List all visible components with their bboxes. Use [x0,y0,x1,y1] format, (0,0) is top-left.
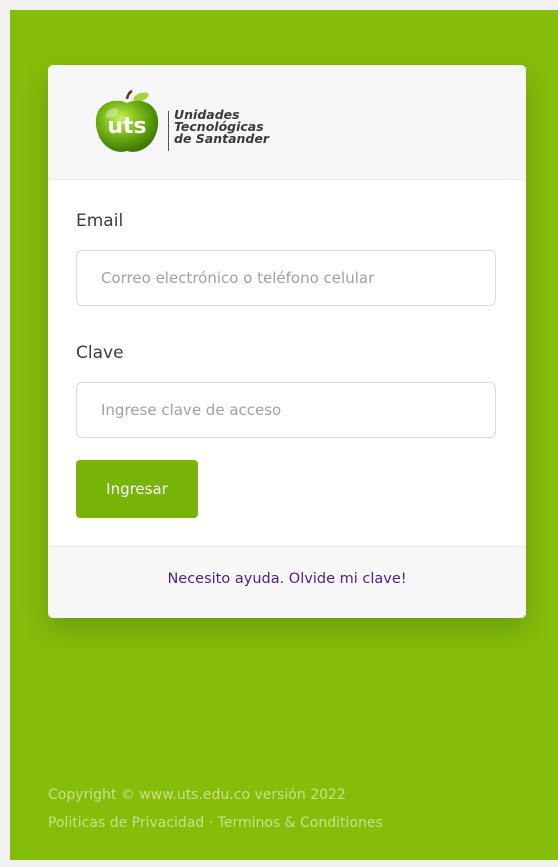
card-header: uts Unidades Tecnológicas de Santander [48,65,526,180]
logo-mark-text: uts [107,114,146,139]
institution-name-line3: de Santander [174,131,270,146]
login-card: uts Unidades Tecnológicas de Santander E… [48,65,526,618]
forgot-password-link[interactable]: Necesito ayuda. Olvide mi clave! [48,571,526,587]
footer-separator: · [204,815,218,831]
login-button[interactable]: Ingresar [76,460,198,518]
logo-divider [168,111,169,151]
login-page: uts Unidades Tecnológicas de Santander E… [0,0,558,867]
apple-logo-icon: uts [95,89,159,152]
privacy-policy-link[interactable]: Politicas de Privacidad [48,815,204,831]
card-footer: Necesito ayuda. Olvide mi clave! [48,546,526,618]
uts-logo: uts Unidades Tecnológicas de Santander [90,89,290,157]
password-label: Clave [76,343,124,363]
copyright-text: Copyright © www.uts.edu.co versión 2022 [48,787,346,803]
footer-links: Politicas de Privacidad · Terminos & Con… [48,815,383,831]
password-input[interactable] [76,382,496,438]
terms-link[interactable]: Terminos & Conditiones [218,815,383,831]
email-label: Email [76,211,124,231]
institution-name: Unidades Tecnológicas de Santander [174,108,270,146]
email-input[interactable] [76,250,496,306]
